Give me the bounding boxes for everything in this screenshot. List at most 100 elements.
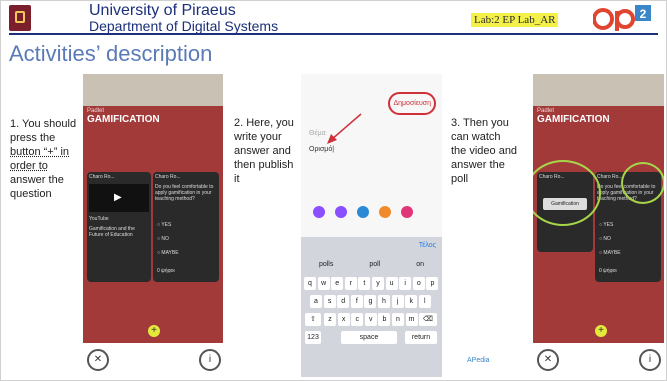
play-icon[interactable]: ▶ bbox=[114, 192, 122, 203]
svg-text:2: 2 bbox=[640, 7, 647, 21]
toolbar-icons bbox=[313, 206, 413, 218]
done-button[interactable]: Τέλος bbox=[419, 242, 436, 249]
key-a[interactable]: a bbox=[310, 295, 322, 308]
step-2-text: 2. Here, you write your answer and then … bbox=[234, 116, 294, 186]
key-w[interactable]: w bbox=[317, 277, 330, 290]
key-x[interactable]: x bbox=[337, 313, 350, 326]
page-title: Activities’ description bbox=[9, 41, 213, 66]
close-icon[interactable]: ✕ bbox=[87, 349, 109, 371]
close-icon[interactable]: ✕ bbox=[537, 349, 559, 371]
text-line: then publish bbox=[234, 159, 294, 171]
key-i[interactable]: i bbox=[399, 277, 412, 290]
info-icon[interactable]: i bbox=[199, 349, 221, 371]
keyboard: Τέλος polls poll on qwertyuiop asdfghjkl… bbox=[301, 237, 442, 377]
padlet-header: Padlet GAMIFICATION bbox=[537, 108, 661, 125]
camera-icon[interactable] bbox=[357, 206, 369, 218]
key-n[interactable]: n bbox=[392, 313, 404, 326]
key-h[interactable]: h bbox=[378, 295, 390, 308]
link-icon[interactable] bbox=[335, 206, 347, 218]
key-t[interactable]: t bbox=[358, 277, 371, 290]
key-z[interactable]: z bbox=[324, 313, 336, 326]
ap2-logo: 2 bbox=[593, 5, 651, 31]
text-line: 3. Then you bbox=[451, 117, 509, 129]
text-line: button “+” in bbox=[10, 146, 70, 158]
camera-background bbox=[83, 74, 223, 106]
poll-option[interactable]: ○ MAYBE bbox=[599, 250, 621, 256]
key-s[interactable]: s bbox=[323, 295, 336, 308]
text-line: poll bbox=[451, 173, 469, 185]
return-key[interactable]: return bbox=[405, 331, 437, 344]
suggestion[interactable]: poll bbox=[369, 261, 380, 268]
phone-screenshot-3: Padlet GAMIFICATION Charo Ro... Gamifica… bbox=[533, 74, 664, 377]
phone-screenshot-1: Padlet GAMIFICATION Charo Ro... ▶ YouTub… bbox=[83, 74, 223, 377]
key-p[interactable]: p bbox=[426, 277, 439, 290]
text-line: answer the bbox=[451, 159, 505, 171]
backspace-key[interactable]: ⌫ bbox=[419, 313, 437, 326]
upload-icon[interactable] bbox=[379, 206, 391, 218]
poll-option[interactable]: ○ NO bbox=[599, 236, 611, 242]
key-m[interactable]: m bbox=[405, 313, 418, 326]
info-icon[interactable]: i bbox=[639, 349, 661, 371]
key-u[interactable]: u bbox=[385, 277, 398, 290]
key-q[interactable]: q bbox=[304, 277, 316, 290]
highlight-circle bbox=[621, 162, 664, 204]
department-name: Department of Digital Systems bbox=[89, 18, 279, 34]
text-line: 2. Here, you bbox=[234, 117, 294, 129]
apedia-logo: APedia bbox=[467, 357, 490, 364]
key-d[interactable]: d bbox=[337, 295, 350, 308]
video-post[interactable]: Charo Ro... ▶ YouTube Gamification and t… bbox=[87, 172, 151, 282]
key-o[interactable]: o bbox=[412, 277, 425, 290]
shift-key[interactable]: ⇧ bbox=[305, 313, 321, 326]
image-icon[interactable] bbox=[313, 206, 325, 218]
key-k[interactable]: k bbox=[405, 295, 418, 308]
post-author: Charo Ro... bbox=[89, 174, 115, 180]
step-3-text: 3. Then you can watch the video and answ… bbox=[451, 116, 517, 186]
poll-option[interactable]: ○ MAYBE bbox=[157, 250, 179, 256]
camera-background bbox=[533, 74, 664, 106]
padlet-header: Padlet GAMIFICATION bbox=[87, 108, 217, 125]
poll-option[interactable]: ○ NO bbox=[157, 236, 169, 242]
post-author: Charo Ro... bbox=[155, 174, 181, 180]
video-thumbnail[interactable]: ▶ bbox=[89, 184, 149, 212]
bottom-nav: ✕ i bbox=[533, 343, 664, 377]
slide: University of Piraeus Department of Digi… bbox=[0, 0, 667, 381]
answer-field[interactable]: Ορισμό| bbox=[309, 146, 334, 153]
key-r[interactable]: r bbox=[344, 277, 357, 290]
key-e[interactable]: e bbox=[331, 277, 344, 290]
publish-button[interactable]: Δημοσίευση bbox=[388, 92, 436, 115]
key-f[interactable]: f bbox=[350, 295, 363, 308]
text-line: the video and bbox=[451, 145, 518, 157]
title-field[interactable]: Θέμα bbox=[309, 130, 326, 137]
poll-option[interactable]: ○ YES bbox=[599, 222, 613, 228]
text-line: answer the bbox=[10, 174, 64, 186]
more-icon[interactable] bbox=[401, 206, 413, 218]
header-divider bbox=[9, 33, 658, 35]
video-source: YouTube bbox=[89, 216, 109, 222]
padlet-heading: GAMIFICATION bbox=[537, 114, 610, 125]
add-post-button[interactable]: + bbox=[148, 325, 160, 337]
add-post-button[interactable]: + bbox=[595, 325, 607, 337]
step-1-text: 1. You should press the button “+” in or… bbox=[10, 117, 76, 201]
vote-count: 0 ψήφοι bbox=[599, 268, 617, 274]
suggestion-bar: polls poll on bbox=[301, 261, 442, 268]
key-v[interactable]: v bbox=[364, 313, 377, 326]
text-line: order to bbox=[10, 160, 48, 172]
key-c[interactable]: c bbox=[351, 313, 364, 326]
poll-post: Charo Ro... Do you feel comfortable to a… bbox=[153, 172, 219, 282]
key-y[interactable]: y bbox=[372, 277, 384, 290]
suggestion[interactable]: on bbox=[416, 261, 424, 268]
key-b[interactable]: b bbox=[378, 313, 391, 326]
numbers-key[interactable]: 123 bbox=[305, 331, 321, 344]
phone-screenshot-2: Δημοσίευση Θέμα Ορισμό| bbox=[301, 74, 442, 237]
key-j[interactable]: j bbox=[391, 295, 404, 308]
text-line: write your bbox=[234, 131, 282, 143]
key-l[interactable]: l bbox=[418, 295, 431, 308]
text-line: press the bbox=[10, 132, 56, 144]
arrow-icon bbox=[327, 113, 362, 144]
key-g[interactable]: g bbox=[364, 295, 377, 308]
suggestion[interactable]: polls bbox=[319, 261, 333, 268]
text-line: answer and bbox=[234, 145, 291, 157]
space-key[interactable]: space bbox=[341, 331, 397, 344]
video-caption: Gamification and the Future of Education bbox=[89, 226, 135, 238]
poll-option[interactable]: ○ YES bbox=[157, 222, 171, 228]
